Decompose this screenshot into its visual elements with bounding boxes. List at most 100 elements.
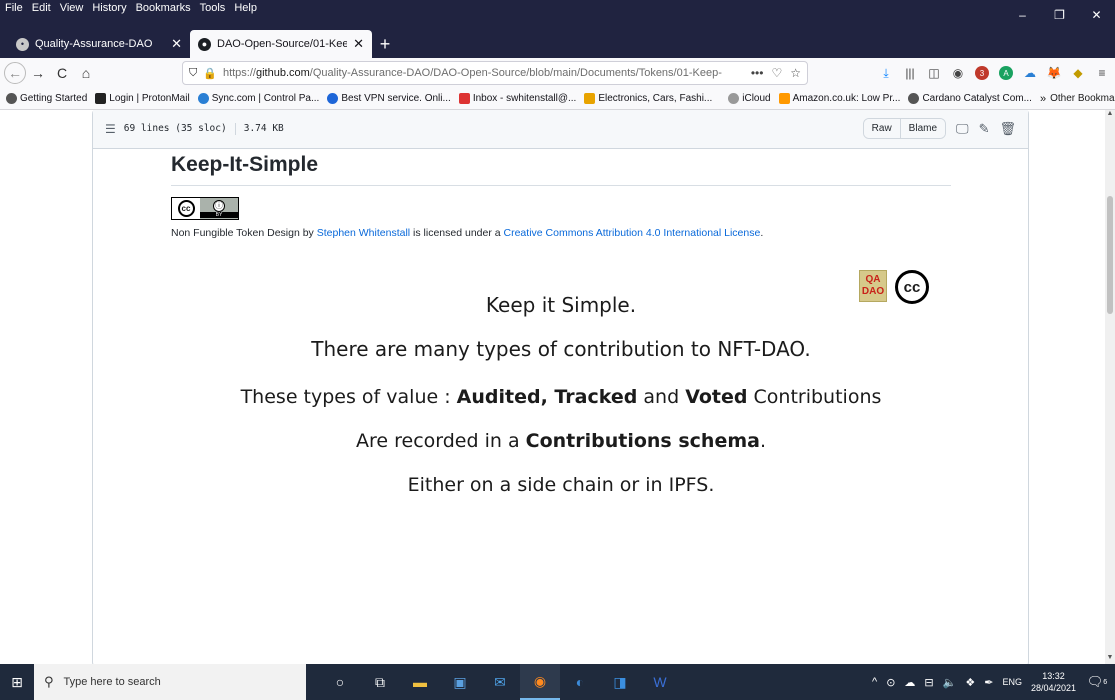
pen-icon[interactable]: ✒ — [984, 676, 993, 689]
line3-suffix: Contributions — [747, 386, 882, 408]
bookmark-item[interactable]: Sync.com | Control Pa... — [197, 93, 320, 104]
bookmark-label: iCloud — [742, 93, 771, 104]
scroll-up-icon[interactable]: ▲ — [1105, 110, 1115, 120]
extension-icon[interactable]: ◉ — [951, 66, 965, 80]
bookmark-item[interactable]: Best VPN service. Onli... — [327, 93, 451, 104]
tab-close-icon[interactable]: ✕ — [353, 36, 364, 52]
bookmark-label: Other Bookmarks — [1050, 93, 1115, 104]
toolbar-icons: ⤓ ||| ◫ ◉ 3 A ☁ 🦊 ◆ ≡ — [879, 61, 1109, 85]
scroll-thumb[interactable] — [1107, 196, 1113, 314]
bookmarks-bar: Getting Started Login | ProtonMail Sync.… — [0, 88, 1115, 110]
file-explorer-icon[interactable]: ▬ — [400, 664, 440, 700]
graphic-line-3: These types of value : Audited, Tracked … — [171, 386, 951, 408]
license-link[interactable]: Creative Commons Attribution 4.0 Interna… — [504, 227, 761, 239]
edit-pencil-icon[interactable]: ✎ — [979, 121, 990, 137]
menu-list: File Edit View History Bookmarks Tools H… — [5, 2, 257, 14]
store-icon[interactable]: ▣ — [440, 664, 480, 700]
tab-dao-open-source[interactable]: ● DAO-Open-Source/01-Keep-It ✕ — [190, 30, 372, 58]
bookmark-label: Sync.com | Control Pa... — [211, 93, 320, 104]
bookmark-item[interactable]: Amazon.co.uk: Low Pr... — [778, 93, 900, 104]
menu-edit[interactable]: Edit — [32, 2, 51, 14]
metamask-icon[interactable]: 🦊 — [1047, 66, 1062, 80]
onedrive-icon[interactable]: ☁ — [904, 676, 915, 689]
close-window-button[interactable]: ✕ — [1078, 0, 1115, 30]
tracking-shield-icon[interactable]: ⛉ — [189, 67, 197, 80]
outlook-icon[interactable]: ◨ — [600, 664, 640, 700]
new-tab-button[interactable]: + — [372, 30, 398, 58]
tab-close-icon[interactable]: ✕ — [171, 36, 182, 52]
bookmark-item[interactable]: Electronics, Cars, Fashi... — [584, 93, 712, 104]
dropbox-icon[interactable]: ❖ — [965, 676, 975, 689]
cc-by-badge[interactable]: cc ⓘ BY — [171, 197, 239, 220]
edge-icon[interactable]: ◐ — [560, 664, 600, 700]
menu-file[interactable]: File — [5, 2, 23, 14]
back-button[interactable]: ← — [4, 62, 26, 84]
url-text[interactable]: https://github.com/Quality-Assurance-DAO… — [223, 67, 747, 79]
tab-quality-assurance-dao[interactable]: • Quality-Assurance-DAO ✕ — [8, 30, 190, 58]
page-scrollbar[interactable]: ▲ ▼ — [1105, 110, 1115, 664]
bookmark-item[interactable]: Inbox - swhitenstall@... — [458, 93, 576, 104]
network-icon[interactable]: ⊟ — [924, 676, 933, 689]
menu-bar: File Edit View History Bookmarks Tools H… — [0, 0, 1115, 30]
scroll-down-icon[interactable]: ▼ — [1105, 654, 1115, 664]
bookmarks-overflow-button[interactable]: » — [1040, 93, 1046, 105]
lock-icon[interactable]: 🔒 — [203, 67, 217, 80]
bookmark-star-icon[interactable]: ☆ — [790, 66, 801, 80]
home-button[interactable]: ⌂ — [74, 61, 98, 85]
menu-bookmarks[interactable]: Bookmarks — [136, 2, 191, 14]
tray-chevron-icon[interactable]: ^ — [872, 676, 877, 688]
task-view-icon[interactable]: ⧉ — [360, 664, 400, 700]
menu-history[interactable]: History — [92, 2, 126, 14]
tab-strip: • Quality-Assurance-DAO ✕ ● DAO-Open-Sou… — [0, 30, 1115, 58]
graphic-line-1: Keep it Simple. — [485, 293, 637, 317]
line4-bold: Contributions schema — [525, 430, 760, 452]
menu-tools[interactable]: Tools — [200, 2, 226, 14]
notification-icon[interactable]: 🗨 6 — [1085, 670, 1109, 694]
firefox-icon[interactable]: ◉ — [520, 664, 560, 700]
maximize-button[interactable]: ❐ — [1041, 0, 1078, 30]
bookmark-label: Best VPN service. Onli... — [341, 93, 451, 104]
bookmark-item[interactable]: Cardano Catalyst Com... — [908, 93, 1032, 104]
mail-icon[interactable]: ✉ — [480, 664, 520, 700]
hamburger-menu-icon[interactable]: ≡ — [1095, 66, 1109, 80]
desktop-icon[interactable]: 🖵 — [956, 121, 969, 137]
other-bookmarks-folder[interactable]: Other Bookmarks — [1050, 93, 1115, 104]
tray-app-icon[interactable]: ⊙ — [886, 676, 895, 689]
author-link[interactable]: Stephen Whitenstall — [317, 227, 410, 239]
github-icon: ● — [198, 37, 211, 51]
file-line-count: 69 lines (35 sloc) — [123, 123, 227, 134]
cloud-icon[interactable]: ☁ — [1023, 66, 1037, 80]
windows-start-icon[interactable]: ⊞ — [0, 664, 34, 700]
forward-button[interactable]: → — [26, 61, 50, 85]
wallet-icon[interactable]: ◆ — [1071, 66, 1085, 80]
blame-button[interactable]: Blame — [899, 119, 946, 138]
raw-button[interactable]: Raw — [863, 119, 900, 138]
list-lines-icon[interactable]: ☰ — [105, 122, 116, 136]
cortana-icon[interactable]: ○ — [320, 664, 360, 700]
sidebar-icon[interactable]: ◫ — [927, 66, 941, 80]
page-actions-icon[interactable]: ••• — [751, 66, 764, 80]
menu-view[interactable]: View — [60, 2, 84, 14]
clock-date: 28/04/2021 — [1030, 683, 1076, 693]
bookmark-item[interactable]: Getting Started — [6, 93, 87, 104]
volume-icon[interactable]: 🔈 — [943, 676, 957, 689]
trash-icon[interactable]: 🗑 — [999, 121, 1016, 137]
ublock-icon[interactable]: 3 — [975, 66, 989, 80]
library-icon[interactable]: ||| — [903, 66, 917, 80]
menu-help[interactable]: Help — [234, 2, 257, 14]
download-icon[interactable]: ⤓ — [879, 66, 893, 80]
clock[interactable]: 13:32 28/04/2021 — [1031, 670, 1076, 694]
url-bar[interactable]: ⛉ 🔒 https://github.com/Quality-Assurance… — [182, 61, 808, 85]
taskbar-search[interactable]: ⚲ Type here to search — [34, 664, 306, 700]
minimize-button[interactable]: – — [1004, 0, 1041, 30]
file-size: 3.74 KB — [243, 123, 284, 134]
reload-button[interactable]: C — [50, 61, 74, 85]
pocket-icon[interactable]: ♡ — [771, 66, 782, 80]
bookmark-item[interactable]: iCloud — [728, 93, 771, 104]
extension-a-icon[interactable]: A — [999, 66, 1013, 80]
word-icon[interactable]: W — [640, 664, 680, 700]
amazon-icon — [778, 93, 790, 104]
language-indicator[interactable]: ENG — [1002, 677, 1022, 687]
bookmark-item[interactable]: Login | ProtonMail — [95, 93, 190, 104]
license-mid: is licensed under a — [410, 227, 504, 239]
